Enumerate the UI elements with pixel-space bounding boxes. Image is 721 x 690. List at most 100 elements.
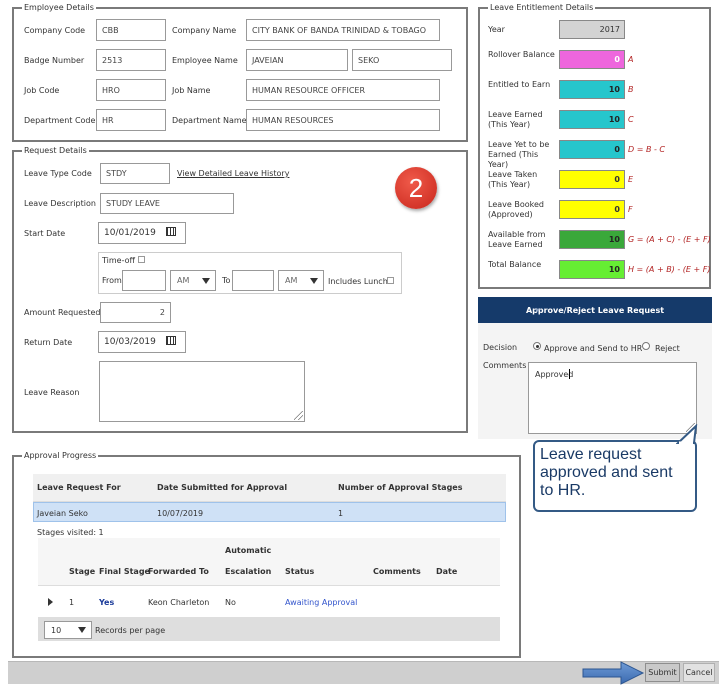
entitlement-value: 10 (559, 80, 625, 99)
leave-type-label: Leave Type Code (24, 169, 92, 178)
records-per-page-label: Records per page (95, 626, 166, 635)
from-ampm-value: AM (177, 276, 190, 285)
entitlement-value: 2017 (559, 20, 625, 39)
company-name-input[interactable]: CITY BANK OF BANDA TRINIDAD & TOBAGO (246, 19, 440, 41)
leave-description-label: Leave Description (24, 199, 96, 208)
header-leave-request-for: Leave Request For (37, 483, 121, 492)
header-number-stages: Number of Approval Stages (338, 483, 463, 492)
time-off-label: Time-off (102, 256, 136, 265)
to-time-input[interactable] (232, 270, 274, 291)
resize-handle-icon[interactable] (294, 411, 303, 420)
reject-option-label: Reject (655, 344, 680, 353)
text-cursor (569, 369, 570, 379)
return-date-label: Return Date (24, 338, 73, 347)
stages-visited: Stages visited: 1 (37, 528, 104, 537)
department-name-input[interactable]: HUMAN RESOURCES (246, 109, 440, 131)
cell-status: Awaiting Approval (285, 598, 358, 607)
department-code-input[interactable]: HR (96, 109, 166, 131)
entitlement-formula: B (628, 85, 634, 94)
cell-escalation: No (225, 598, 236, 607)
header-escalation: Escalation (225, 567, 272, 576)
employee-first-name-input[interactable]: JAVEIAN (246, 49, 348, 71)
entitlement-value: 10 (559, 110, 625, 129)
cell-final-stage: Yes (99, 598, 115, 607)
entitlement-formula: H = (A + B) - (E + F) (628, 265, 711, 274)
entitlement-label: Rollover Balance (488, 50, 555, 59)
to-ampm-select[interactable]: AM (278, 270, 324, 291)
company-name-label: Company Name (172, 26, 237, 35)
leave-description-input[interactable]: STUDY LEAVE (100, 193, 234, 214)
cell-stages: 1 (338, 509, 344, 518)
amount-requested-input[interactable]: 2 (100, 302, 171, 323)
callout-box: Leave request approved and sent to HR. (533, 440, 697, 512)
badge-number-input[interactable]: 2513 (96, 49, 166, 71)
header-final-stage: Final Stage (99, 567, 150, 576)
page-size-value: 10 (51, 625, 62, 635)
job-name-input[interactable]: HUMAN RESOURCE OFFICER (246, 79, 440, 101)
job-code-input[interactable]: HRO (96, 79, 166, 101)
pointer-arrow-icon (582, 661, 645, 685)
entitlement-formula: D = B - C (628, 145, 665, 154)
entitlement-value: 0 (559, 200, 625, 219)
callout-pointer (676, 424, 698, 444)
cancel-button[interactable]: Cancel (683, 663, 715, 682)
header-comments: Comments (373, 567, 421, 576)
entitlement-formula: A (628, 55, 634, 64)
approve-option-label: Approve and Send to HR (544, 344, 643, 353)
request-details-legend: Request Details (22, 146, 89, 156)
leave-type-input[interactable]: STDY (100, 163, 170, 184)
approve-reject-title: Approve/Reject Leave Request (525, 305, 665, 315)
entitlement-value: 10 (559, 260, 625, 279)
entitlement-label: Leave Yet to be Earned (This Year) (488, 140, 550, 169)
department-name-label: Department Name (172, 116, 247, 125)
entitlement-label: Year (488, 25, 505, 34)
start-date-label: Start Date (24, 229, 66, 238)
submit-button[interactable]: Submit (645, 663, 680, 682)
entitlement-formula: F (628, 205, 633, 214)
header-forwarded-to: Forwarded To (148, 567, 209, 576)
from-label: From (102, 276, 122, 285)
badge-number-label: Badge Number (24, 56, 85, 65)
cell-forwarded-to: Keon Charleton (148, 598, 210, 607)
entitlement-value: 0 (559, 50, 625, 69)
reject-radio[interactable] (642, 342, 650, 350)
header-automatic: Automatic (225, 546, 272, 555)
header-status: Status (285, 567, 315, 576)
leave-history-link[interactable]: View Detailed Leave History (177, 169, 289, 179)
approve-radio[interactable] (533, 342, 541, 350)
decision-label: Decision (483, 343, 518, 352)
chevron-right-icon: ▸ (536, 305, 541, 314)
page-size-select[interactable]: 10 (44, 621, 92, 639)
comments-text: Approved (535, 370, 574, 379)
includes-lunch-checkbox[interactable] (387, 277, 394, 284)
entitlement-label: Total Balance (488, 260, 542, 269)
job-code-label: Job Code (24, 86, 60, 95)
calendar-icon[interactable] (166, 336, 176, 345)
entitlement-label: Entitled to Earn (488, 80, 551, 89)
includes-lunch-label: Includes Lunch (328, 277, 388, 286)
entitlement-formula: C (628, 115, 634, 124)
entitlement-value: 0 (559, 170, 625, 189)
leave-reason-textarea[interactable] (99, 361, 305, 422)
approve-reject-header[interactable]: ▸ Approve/Reject Leave Request (478, 297, 712, 323)
employee-details-legend: Employee Details (22, 3, 96, 13)
cell-date-submitted: 10/07/2019 (157, 509, 204, 518)
chevron-down-icon (310, 277, 318, 284)
entitlement-label: Leave Taken (This Year) (488, 170, 538, 189)
company-code-input[interactable]: CBB (96, 19, 166, 41)
to-label: To (222, 276, 231, 285)
employee-name-label: Employee Name (172, 56, 238, 65)
calendar-icon[interactable] (166, 227, 176, 236)
entitlement-label: Available from Leave Earned (488, 230, 546, 249)
time-off-checkbox[interactable] (138, 256, 145, 263)
table-row[interactable] (33, 502, 506, 522)
expand-row-icon[interactable] (48, 598, 53, 606)
from-ampm-select[interactable]: AM (170, 270, 216, 291)
entitlement-label: Leave Earned (This Year) (488, 110, 543, 129)
employee-last-name-input[interactable]: SEKO (352, 49, 452, 71)
entitlement-value: 10 (559, 230, 625, 249)
from-time-input[interactable] (122, 270, 166, 291)
comments-label: Comments (483, 361, 527, 370)
comments-textarea[interactable]: Approved (528, 362, 697, 434)
header-stage: Stage (69, 567, 96, 576)
